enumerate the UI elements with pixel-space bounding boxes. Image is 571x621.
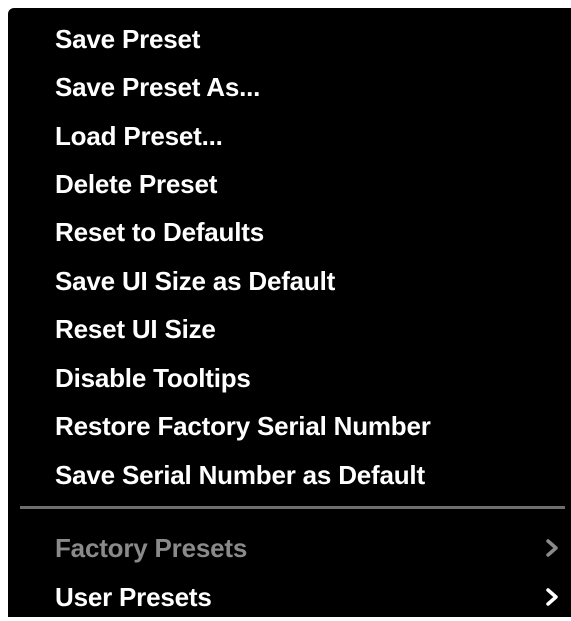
menu-item-label: Save Preset As... bbox=[55, 72, 261, 102]
chevron-right-icon bbox=[543, 587, 561, 607]
chevron-right-icon bbox=[543, 538, 561, 558]
menu-item-label: Reset to Defaults bbox=[55, 217, 264, 247]
submenu-label: User Presets bbox=[55, 582, 212, 612]
menu-item-save-preset[interactable]: Save Preset bbox=[55, 15, 571, 63]
menu-item-save-preset-as[interactable]: Save Preset As... bbox=[55, 63, 571, 111]
menu-item-label: Save Preset bbox=[55, 24, 201, 54]
menu-item-label: Disable Tooltips bbox=[55, 363, 251, 393]
menu-item-label: Reset UI Size bbox=[55, 314, 216, 344]
menu-item-label: Save UI Size as Default bbox=[55, 266, 336, 296]
menu-item-load-preset[interactable]: Load Preset... bbox=[55, 112, 571, 160]
menu-item-label: Save Serial Number as Default bbox=[55, 460, 425, 490]
menu-item-reset-ui-size[interactable]: Reset UI Size bbox=[55, 305, 571, 353]
context-menu: Save Preset Save Preset As... Load Prese… bbox=[8, 8, 571, 617]
menu-item-label: Restore Factory Serial Number bbox=[55, 411, 431, 441]
submenu-factory-presets[interactable]: Factory Presets bbox=[55, 524, 571, 572]
menu-item-label: Delete Preset bbox=[55, 169, 218, 199]
menu-item-save-serial-default[interactable]: Save Serial Number as Default bbox=[55, 451, 571, 499]
menu-item-save-ui-size-default[interactable]: Save UI Size as Default bbox=[55, 257, 571, 305]
menu-item-delete-preset[interactable]: Delete Preset bbox=[55, 160, 571, 208]
menu-separator bbox=[20, 506, 565, 509]
submenu-user-presets[interactable]: User Presets bbox=[55, 573, 571, 621]
menu-item-restore-factory-serial[interactable]: Restore Factory Serial Number bbox=[55, 402, 571, 450]
menu-item-disable-tooltips[interactable]: Disable Tooltips bbox=[55, 354, 571, 402]
menu-item-label: Load Preset... bbox=[55, 121, 223, 151]
submenu-label: Factory Presets bbox=[55, 533, 248, 563]
menu-item-reset-to-defaults[interactable]: Reset to Defaults bbox=[55, 208, 571, 256]
